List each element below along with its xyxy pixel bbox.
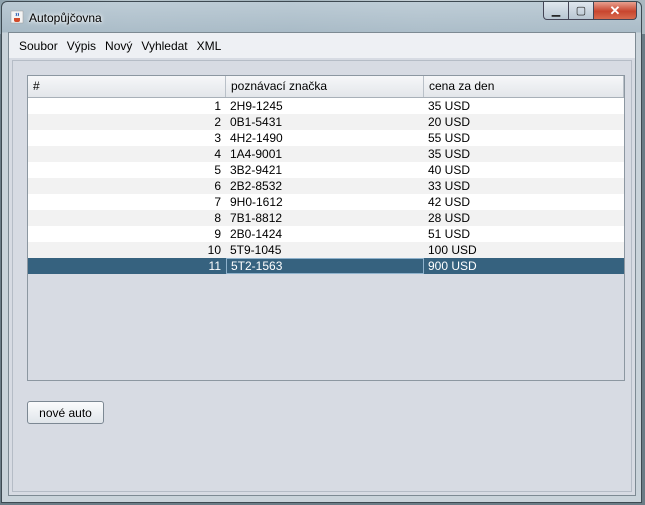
cell-number: 10 [207,243,221,257]
table-row[interactable]: 3 4H2-1490 55 USD [28,130,624,146]
cell-number: 4 [214,147,221,161]
cell-plate: 5T2-1563 [226,258,424,274]
column-header-plate[interactable]: poznávací značka [226,76,424,97]
cell-number: 1 [214,99,221,113]
maximize-icon: ▢ [575,5,587,17]
cell-plate: 9H0-1612 [230,195,283,209]
cell-plate: 7B1-8812 [230,211,283,225]
menu-novy[interactable]: Nový [105,39,132,53]
minimize-button[interactable]: ▁ [543,2,569,20]
table-row[interactable]: 6 2B2-8532 33 USD [28,178,624,194]
menu-xml[interactable]: XML [197,39,222,53]
window-title: Autopůjčovna [29,11,102,25]
cell-plate: 3B2-9421 [230,163,283,177]
new-car-button[interactable]: nové auto [27,401,104,424]
cell-price: 42 USD [428,195,471,209]
cell-price: 33 USD [428,179,471,193]
close-icon: ✕ [609,2,621,18]
java-coffee-cup-icon [10,10,24,24]
cell-plate: 2B0-1424 [230,227,283,241]
column-header-price[interactable]: cena za den [424,76,624,97]
content-panel: # poznávací značka cena za den 1 2H9-124… [12,60,632,492]
table-row[interactable]: 8 7B1-8812 28 USD [28,210,624,226]
close-button[interactable]: ✕ [594,2,637,20]
table-row[interactable]: 10 5T9-1045 100 USD [28,242,624,258]
table-row[interactable]: 9 2B0-1424 51 USD [28,226,624,242]
cell-price: 55 USD [428,131,471,145]
table-body: 1 2H9-1245 35 USD 2 0B1-5431 20 USD 3 4H… [28,98,624,274]
menu-vyhledat[interactable]: Vyhledat [141,39,187,53]
cell-number: 8 [214,211,221,225]
cell-number: 5 [214,163,221,177]
cell-price: 35 USD [428,99,471,113]
cell-price: 100 USD [428,243,477,257]
window-controls: ▁ ▢ ✕ [543,2,637,22]
cell-plate: 2H9-1245 [230,99,283,113]
menu-bar: Soubor Výpis Nový Vyhledat XML [9,33,635,58]
cell-plate: 0B1-5431 [230,115,283,129]
cell-number: 2 [214,115,221,129]
cell-price: 40 USD [428,163,471,177]
client-area: Soubor Výpis Nový Vyhledat XML # poznáva… [8,32,636,496]
cell-price: 20 USD [428,115,471,129]
cell-plate: 2B2-8532 [230,179,283,193]
minimize-icon: ▁ [551,5,561,17]
maximize-button[interactable]: ▢ [569,2,594,20]
cell-plate: 5T9-1045 [230,243,282,257]
menu-soubor[interactable]: Soubor [19,39,58,53]
table-row[interactable]: 2 0B1-5431 20 USD [28,114,624,130]
cell-number: 11 [208,259,221,273]
cell-price: 28 USD [428,211,471,225]
cars-table[interactable]: # poznávací značka cena za den 1 2H9-124… [27,75,625,381]
cell-number: 3 [214,131,221,145]
cell-number: 7 [214,195,221,209]
cell-price: 51 USD [428,227,471,241]
cell-price: 900 USD [428,259,477,273]
column-header-number[interactable]: # [28,76,226,97]
table-row[interactable]: 4 1A4-9001 35 USD [28,146,624,162]
table-header: # poznávací značka cena za den [28,76,624,98]
cell-number: 9 [214,227,221,241]
cell-number: 6 [214,179,221,193]
title-bar[interactable]: Autopůjčovna ▁ ▢ ✕ [2,2,641,32]
cell-price: 35 USD [428,147,471,161]
cell-plate: 1A4-9001 [230,147,283,161]
table-row[interactable]: 1 2H9-1245 35 USD [28,98,624,114]
menu-vypis[interactable]: Výpis [67,39,96,53]
table-row[interactable]: 5 3B2-9421 40 USD [28,162,624,178]
table-row-selected[interactable]: 11 5T2-1563 900 USD [28,258,624,274]
cell-plate: 4H2-1490 [230,131,283,145]
app-window: Autopůjčovna ▁ ▢ ✕ Soubor Výpis Nový Vyh… [1,1,642,503]
table-row[interactable]: 7 9H0-1612 42 USD [28,194,624,210]
